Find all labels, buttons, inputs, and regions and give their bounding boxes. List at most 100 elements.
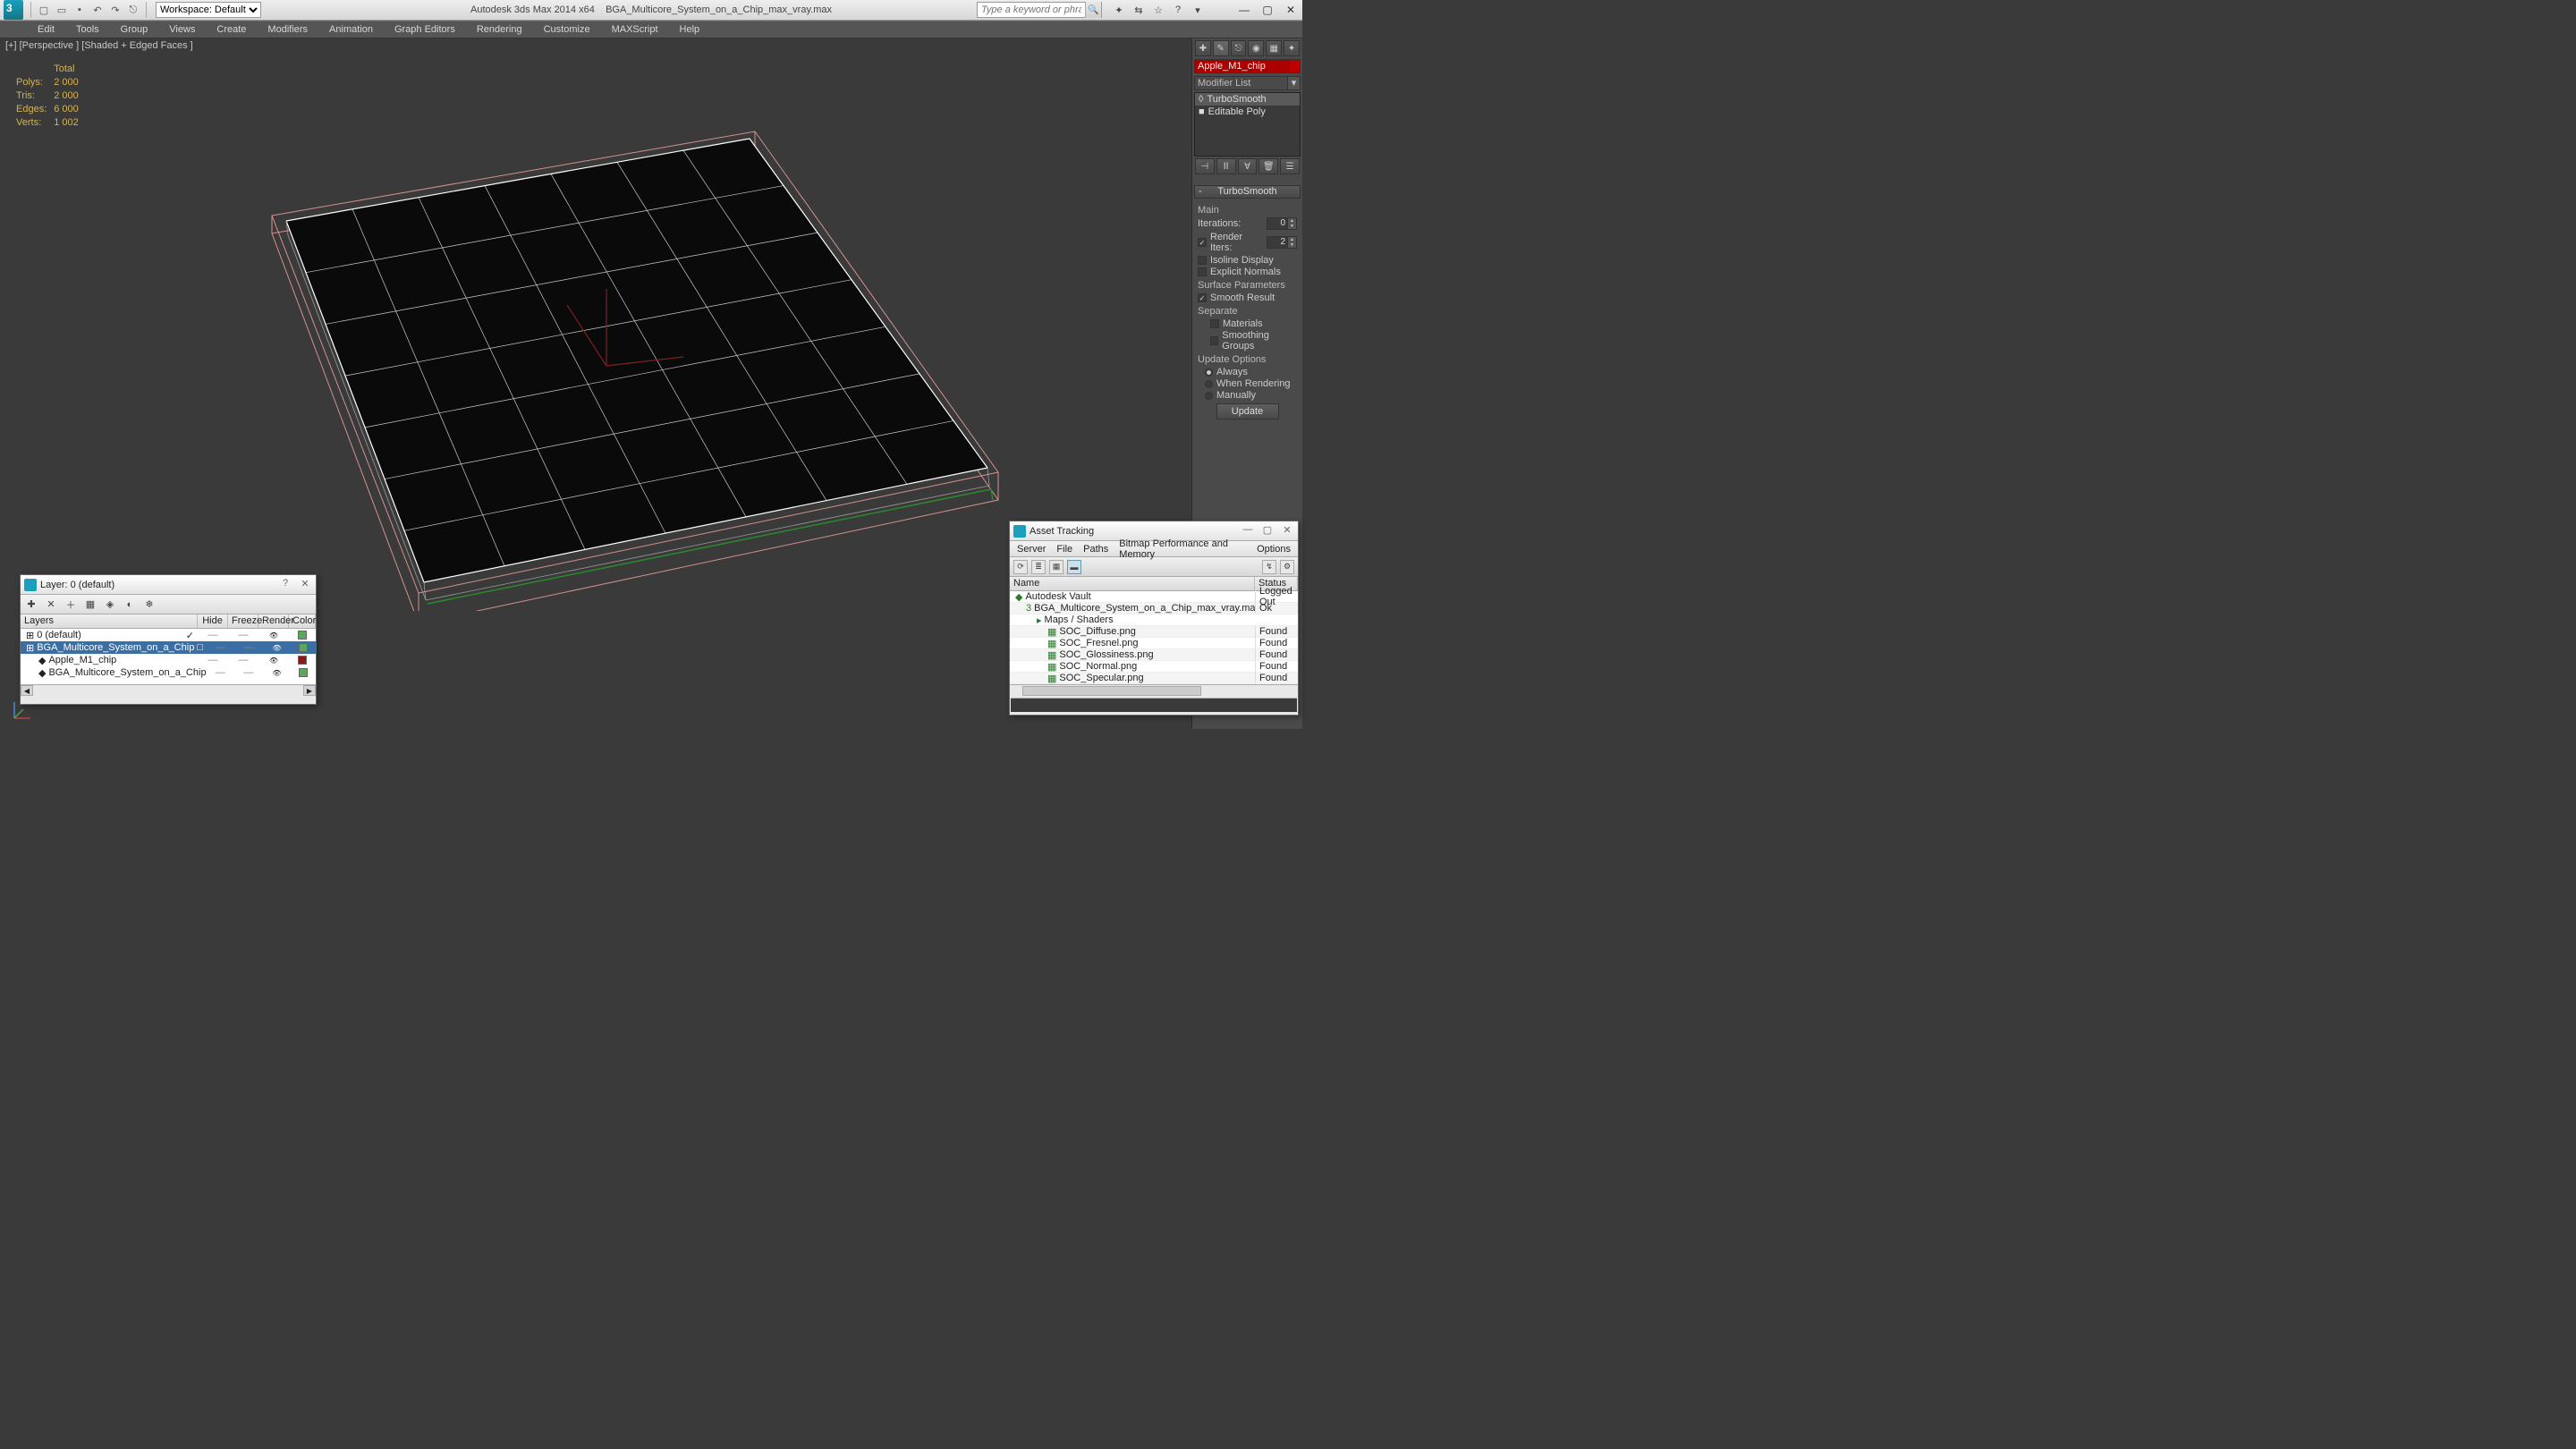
asset-prompt-field[interactable] xyxy=(1011,698,1297,712)
asset-menu-bitmap-performance-and-memory[interactable]: Bitmap Performance and Memory xyxy=(1114,538,1251,560)
object-name-field[interactable] xyxy=(1194,59,1301,73)
save-file-icon[interactable]: ▪ xyxy=(72,3,87,17)
menu-customize[interactable]: Customize xyxy=(533,21,601,38)
hierarchy-tab[interactable]: ⎋ xyxy=(1231,40,1247,56)
tree-icon[interactable]: ⊞ xyxy=(26,630,34,641)
object-name-input[interactable] xyxy=(1195,60,1287,72)
modifier-stack-item[interactable]: ◊TurboSmooth xyxy=(1195,93,1300,106)
asset-menu-options[interactable]: Options xyxy=(1251,544,1296,555)
search-input[interactable] xyxy=(978,4,1085,15)
smooth-result-checkbox[interactable]: ✓ xyxy=(1198,293,1207,302)
create-tab[interactable]: ✚ xyxy=(1195,40,1211,56)
separate-materials-checkbox[interactable] xyxy=(1210,319,1219,328)
asset-row[interactable]: ▦SOC_Specular.pngFound xyxy=(1010,673,1298,684)
maximize-icon[interactable]: ▢ xyxy=(1260,524,1275,538)
asset-row[interactable]: ▸Maps / Shaders xyxy=(1010,614,1298,626)
favorite-icon[interactable]: ☆ xyxy=(1150,2,1166,18)
workspace-dropdown[interactable]: Workspace: Default xyxy=(156,2,261,18)
asset-menu-server[interactable]: Server xyxy=(1012,544,1051,555)
scroll-left-icon[interactable]: ◀ xyxy=(21,685,33,696)
search-box[interactable]: 🔍 xyxy=(977,2,1102,18)
retarget-icon[interactable]: ↯ xyxy=(1262,560,1276,574)
tree-view-icon[interactable]: ≣ xyxy=(1031,560,1046,574)
isoline-checkbox[interactable] xyxy=(1198,256,1207,265)
layer-row[interactable]: ◆Apple_M1_chip——👁 xyxy=(21,654,316,666)
layer-scrollbar[interactable]: ◀ ▶ xyxy=(21,684,316,697)
freeze-unfreeze-icon[interactable]: ❄ xyxy=(142,597,157,612)
open-file-icon[interactable]: ▭ xyxy=(55,3,69,17)
make-unique-icon[interactable]: ∀ xyxy=(1238,158,1258,174)
render-eye-icon[interactable]: 👁 xyxy=(258,631,289,640)
pin-stack-icon[interactable]: ⊣ xyxy=(1195,158,1215,174)
tree-icon[interactable]: ◆ xyxy=(38,655,46,666)
hide-unhide-icon[interactable]: ◐ xyxy=(123,597,137,612)
asset-scrollbar[interactable] xyxy=(1010,684,1298,697)
asset-row[interactable]: ▦SOC_Diffuse.pngFound xyxy=(1010,626,1298,638)
minimize-button[interactable]: — xyxy=(1233,1,1256,19)
table-view-icon[interactable]: ▦ xyxy=(1049,560,1063,574)
render-iters-checkbox[interactable]: ✓ xyxy=(1198,238,1207,247)
menu-help[interactable]: Help xyxy=(669,21,711,38)
new-file-icon[interactable]: ▢ xyxy=(37,3,51,17)
refresh-icon[interactable]: ⟳ xyxy=(1013,560,1028,574)
menu-modifiers[interactable]: Modifiers xyxy=(257,21,318,38)
layer-table-body[interactable]: ⊞0 (default)✓——👁⊞BGA_Multicore_System_on… xyxy=(21,629,316,684)
remove-modifier-icon[interactable]: 🗑 xyxy=(1258,158,1278,174)
explicit-normals-checkbox[interactable] xyxy=(1198,267,1207,276)
asset-row[interactable]: 3BGA_Multicore_System_on_a_Chip_max_vray… xyxy=(1010,603,1298,614)
close-button[interactable]: ✕ xyxy=(1279,1,1302,19)
help-dropdown-icon[interactable]: ▾ xyxy=(1190,2,1206,18)
asset-row[interactable]: ▦SOC_Fresnel.pngFound xyxy=(1010,638,1298,649)
menu-tools[interactable]: Tools xyxy=(65,21,110,38)
menu-edit[interactable]: Edit xyxy=(27,21,65,38)
render-iters-spinner[interactable]: 2 ▲▼ xyxy=(1267,236,1297,249)
update-radio-manually[interactable]: Manually xyxy=(1205,390,1297,401)
configure-sets-icon[interactable]: ☰ xyxy=(1280,158,1300,174)
viewport-label[interactable]: [+] [Perspective ] [Shaded + Edged Faces… xyxy=(5,40,193,51)
turbosmooth-rollout-header[interactable]: -TurboSmooth xyxy=(1194,185,1301,199)
scroll-right-icon[interactable]: ▶ xyxy=(303,685,316,696)
update-radio-always[interactable]: Always xyxy=(1205,367,1297,377)
undo-icon[interactable]: ↶ xyxy=(90,3,105,17)
highlight-editable-icon[interactable]: ▬ xyxy=(1067,560,1081,574)
close-icon[interactable]: ✕ xyxy=(1280,524,1294,538)
utilities-tab[interactable]: ✦ xyxy=(1284,40,1300,56)
delete-layer-icon[interactable]: ✕ xyxy=(44,597,58,612)
asset-row[interactable]: ▦SOC_Glossiness.pngFound xyxy=(1010,649,1298,661)
asset-row[interactable]: ▦SOC_Normal.pngFound xyxy=(1010,661,1298,673)
link-icon[interactable]: ⎋ xyxy=(126,3,140,17)
menu-graph-editors[interactable]: Graph Editors xyxy=(384,21,466,38)
tree-icon[interactable]: ⊞ xyxy=(26,642,34,654)
bulb-icon[interactable]: ■ xyxy=(1199,106,1205,117)
minimize-icon[interactable]: — xyxy=(1241,524,1255,538)
add-to-layer-icon[interactable]: ＋ xyxy=(64,597,78,612)
object-color-swatch[interactable] xyxy=(1289,60,1300,72)
render-eye-icon[interactable]: 👁 xyxy=(263,644,291,652)
layer-row[interactable]: ◆BGA_Multicore_System_on_a_Chip——👁 xyxy=(21,666,316,679)
bulb-icon[interactable]: ◊ xyxy=(1199,94,1203,105)
display-tab[interactable]: ▦ xyxy=(1266,40,1282,56)
close-icon[interactable]: ✕ xyxy=(298,578,312,592)
asset-row[interactable]: ◆Autodesk VaultLogged Out xyxy=(1010,591,1298,603)
exchange-icon[interactable]: ⇆ xyxy=(1131,2,1147,18)
redo-icon[interactable]: ↷ xyxy=(108,3,123,17)
render-eye-icon[interactable]: 👁 xyxy=(258,657,289,665)
highlight-icon[interactable]: ◈ xyxy=(103,597,117,612)
select-objects-icon[interactable]: ▦ xyxy=(83,597,97,612)
menu-views[interactable]: Views xyxy=(158,21,206,38)
layer-row[interactable]: ⊞0 (default)✓——👁 xyxy=(21,629,316,641)
asset-menu-paths[interactable]: Paths xyxy=(1078,544,1114,555)
settings-icon[interactable]: ⚙ xyxy=(1280,560,1294,574)
menu-animation[interactable]: Animation xyxy=(318,21,384,38)
menu-group[interactable]: Group xyxy=(110,21,159,38)
layer-window-titlebar[interactable]: Layer: 0 (default) ? ✕ xyxy=(21,575,316,595)
new-layer-icon[interactable]: ✚ xyxy=(24,597,38,612)
modifier-stack[interactable]: ◊TurboSmooth■Editable Poly xyxy=(1194,92,1301,157)
workspace-selector[interactable]: Workspace: Default xyxy=(156,2,261,18)
show-end-result-icon[interactable]: ⅠⅠ xyxy=(1216,158,1236,174)
menu-create[interactable]: Create xyxy=(206,21,257,38)
menu-maxscript[interactable]: MAXScript xyxy=(601,21,669,38)
tree-icon[interactable]: ◆ xyxy=(38,667,46,679)
modifier-stack-item[interactable]: ■Editable Poly xyxy=(1195,106,1300,118)
menu-rendering[interactable]: Rendering xyxy=(466,21,533,38)
